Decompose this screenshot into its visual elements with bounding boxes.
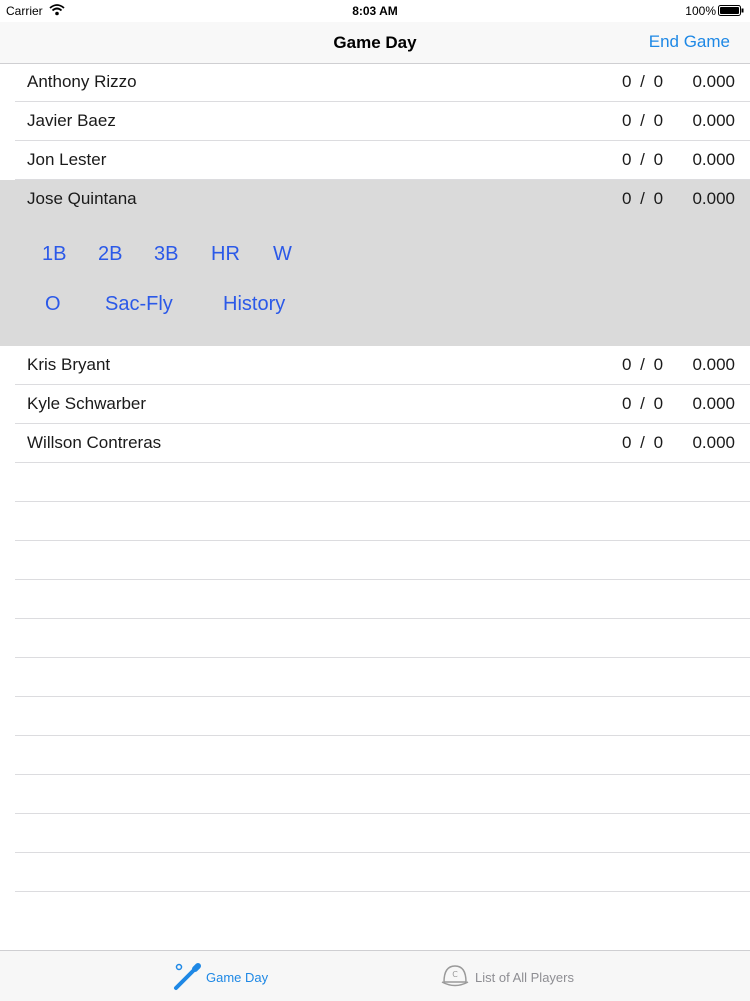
double-button[interactable]: 2B — [98, 243, 122, 266]
home-run-button[interactable]: HR — [211, 243, 240, 266]
row-separator — [15, 813, 750, 814]
batting-average: 0.000 — [692, 394, 735, 413]
hits-at-bats: 0 / 0 — [622, 355, 664, 374]
player-name: Anthony Rizzo — [27, 72, 137, 91]
row-separator — [15, 696, 750, 697]
hits-at-bats: 0 / 0 — [622, 394, 664, 413]
tab-label: Game Day — [206, 970, 269, 985]
end-game-button[interactable]: End Game — [649, 32, 730, 52]
player-name: Javier Baez — [27, 111, 116, 130]
row-separator — [15, 579, 750, 580]
baseball-cap-icon: C — [441, 965, 469, 987]
row-separator — [15, 852, 750, 853]
player-row[interactable]: Anthony Rizzo 0 / 0 0.000 — [0, 63, 750, 102]
player-row[interactable]: Javier Baez 0 / 0 0.000 — [0, 102, 750, 141]
svg-text:C: C — [452, 970, 458, 979]
tab-bar: Game Day C List of All Players — [0, 950, 750, 1001]
single-button[interactable]: 1B — [42, 243, 66, 266]
batting-average: 0.000 — [692, 150, 735, 169]
row-separator — [15, 501, 750, 502]
player-row[interactable]: Jon Lester 0 / 0 0.000 — [0, 141, 750, 180]
batting-average: 0.000 — [692, 355, 735, 374]
row-separator — [15, 657, 750, 658]
page-title: Game Day — [333, 33, 417, 52]
sac-fly-button[interactable]: Sac-Fly — [105, 293, 173, 316]
status-bar: Carrier 8:03 AM 100% — [0, 0, 750, 22]
batting-average: 0.000 — [692, 433, 735, 452]
row-separator — [15, 462, 750, 463]
player-row-expanded[interactable]: Jose Quintana 0 / 0 0.000 1B 2B 3B HR W … — [0, 180, 750, 346]
out-button[interactable]: O — [45, 293, 61, 316]
hits-at-bats: 0 / 0 — [622, 150, 664, 169]
player-name: Kris Bryant — [27, 355, 111, 374]
hits-at-bats: 0 / 0 — [622, 433, 664, 452]
player-name: Jose Quintana — [27, 189, 137, 208]
batting-average: 0.000 — [692, 111, 735, 130]
player-row[interactable]: Kris Bryant 0 / 0 0.000 — [0, 346, 750, 385]
batting-average: 0.000 — [692, 72, 735, 91]
battery-percentage: 100% — [685, 4, 716, 18]
row-separator — [15, 540, 750, 541]
row-separator — [15, 774, 750, 775]
player-row[interactable]: Willson Contreras 0 / 0 0.000 — [0, 424, 750, 463]
hits-at-bats: 0 / 0 — [622, 189, 664, 208]
status-time: 8:03 AM — [352, 4, 398, 18]
hits-at-bats: 0 / 0 — [622, 111, 664, 130]
player-name: Kyle Schwarber — [27, 394, 147, 413]
navigation-bar: Game Day End Game — [0, 22, 750, 64]
batting-average: 0.000 — [692, 189, 735, 208]
hits-at-bats: 0 / 0 — [622, 72, 664, 91]
baseball-bat-icon — [174, 963, 201, 990]
row-separator — [15, 891, 750, 892]
tab-game-day[interactable]: Game Day — [170, 951, 290, 1001]
player-row[interactable]: Kyle Schwarber 0 / 0 0.000 — [0, 385, 750, 424]
tab-label: List of All Players — [475, 970, 574, 985]
history-button[interactable]: History — [223, 293, 285, 316]
row-separator — [15, 735, 750, 736]
triple-button[interactable]: 3B — [154, 243, 178, 266]
battery-icon — [718, 5, 744, 16]
walk-button[interactable]: W — [273, 243, 292, 266]
row-separator — [15, 618, 750, 619]
player-name: Jon Lester — [27, 150, 107, 169]
player-name: Willson Contreras — [27, 433, 162, 452]
tab-list-of-all-players[interactable]: C List of All Players — [438, 951, 598, 1001]
